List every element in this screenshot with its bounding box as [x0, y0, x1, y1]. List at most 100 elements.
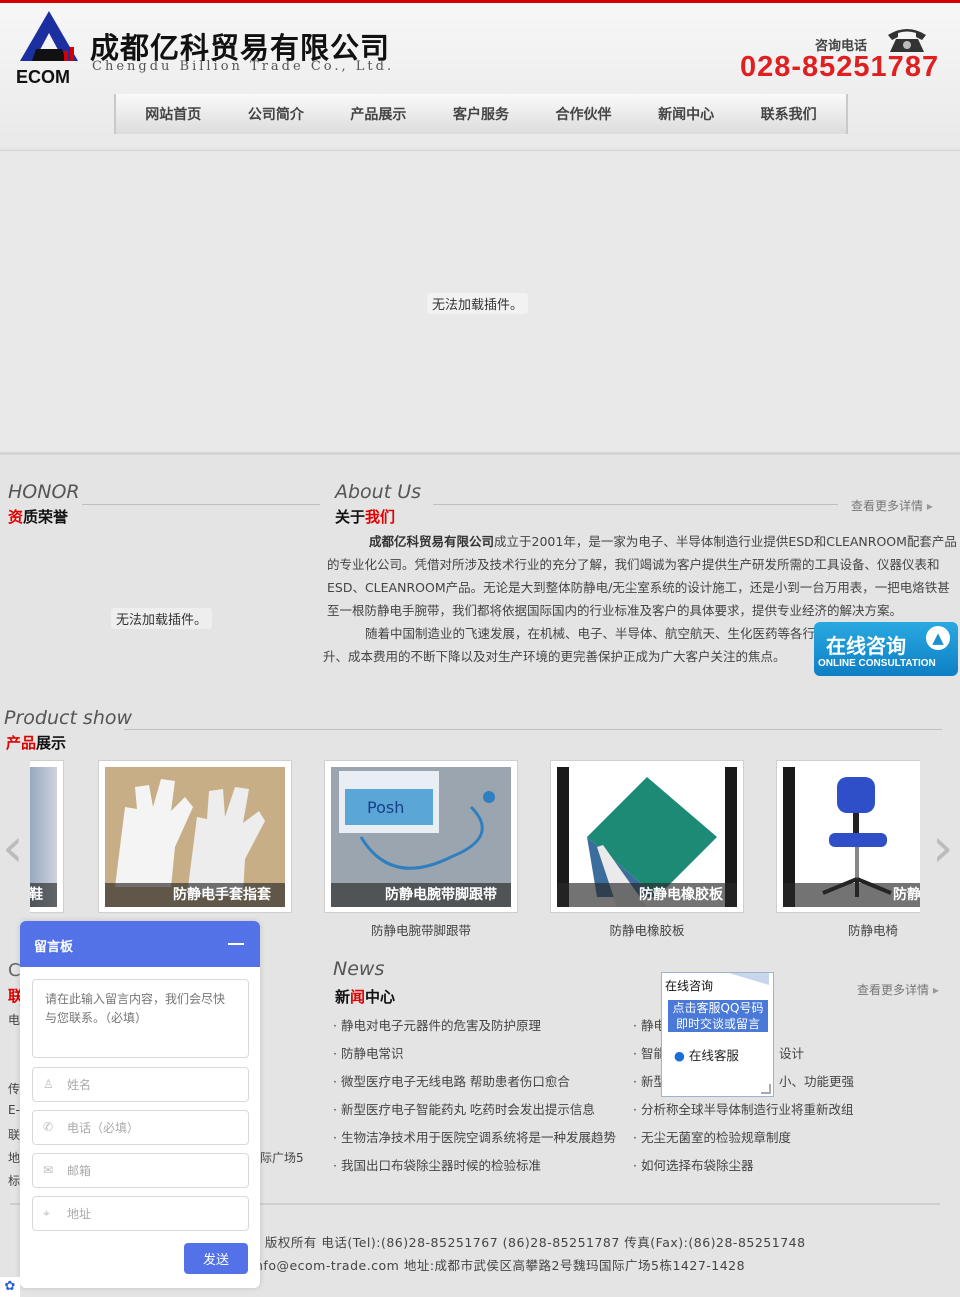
- news-list-left: · 静电对电子元器件的危害及防护原理 · 防静电常识 · 微型医疗电子无线电路 …: [333, 1012, 616, 1180]
- address-input[interactable]: [67, 1197, 242, 1230]
- about-more-link[interactable]: 查看更多详情 ▸: [851, 497, 933, 514]
- nav-home[interactable]: 网站首页: [145, 104, 201, 124]
- arrow-right-icon[interactable]: ›: [932, 820, 958, 876]
- nav-products[interactable]: 产品展示: [350, 104, 406, 124]
- location-icon: ⌖: [43, 1206, 50, 1220]
- footer-copyright: ) 版权所有 电话(Tel):(86)28-85251767 (86)28-85…: [255, 1235, 806, 1250]
- main-nav: 网站首页 公司简介 产品展示 客户服务 合作伙伴 新闻中心 联系我们: [114, 94, 848, 134]
- about-title-en: About Us: [335, 481, 422, 503]
- news-item-title: 我国出口布袋除尘器时候的检验标准: [340, 1158, 541, 1173]
- news-title-highlight: 闻: [350, 988, 366, 1006]
- product-name-wrist-strap[interactable]: 防静电腕带脚跟带: [324, 920, 518, 939]
- company-name-en: Chengdu Billion Trade Co., Ltd.: [92, 59, 395, 74]
- chevron-right-icon: ▸: [926, 499, 933, 513]
- qq-service-link[interactable]: ● 在线客服: [674, 1045, 739, 1064]
- product-name-rubber-mat[interactable]: 防静电橡胶板: [550, 920, 744, 939]
- contact-line-address: 地: [8, 1151, 21, 1165]
- message-board: 留言板 ♙ ✆ ✉ ⌖ 发送: [20, 921, 260, 1288]
- nav-contact[interactable]: 联系我们: [761, 104, 817, 124]
- phone-input[interactable]: [67, 1111, 242, 1144]
- nav-about[interactable]: 公司简介: [248, 104, 304, 124]
- qq-box-corner: [729, 973, 769, 985]
- banner-plugin-area: 无法加载插件。: [0, 150, 960, 455]
- news-item[interactable]: · 防静电常识: [333, 1040, 616, 1068]
- arrow-left-icon[interactable]: ‹: [2, 820, 28, 876]
- logo[interactable]: ECOM: [14, 9, 84, 89]
- consult-subtitle: ONLINE CONSULTATION: [818, 658, 936, 669]
- about-more-label: 查看更多详情: [851, 499, 924, 513]
- email-input[interactable]: [67, 1154, 242, 1187]
- honor-title-cn: 资质荣誉: [8, 506, 68, 527]
- contact-line-person: 联: [8, 1128, 21, 1142]
- address-field[interactable]: ⌖: [32, 1196, 249, 1231]
- site-header: ECOM 成都亿科贸易有限公司 Chengdu Billion Trade Co…: [0, 3, 960, 148]
- news-item-title: 无尘无菌室的检验规章制度: [640, 1130, 791, 1145]
- news-item[interactable]: · 我国出口布袋除尘器时候的检验标准: [333, 1152, 616, 1180]
- news-right-tail-1[interactable]: 设计: [779, 1040, 804, 1068]
- name-field[interactable]: ♙: [32, 1067, 249, 1102]
- chevron-right-icon: ▸: [932, 983, 939, 997]
- user-icon: ♙: [43, 1077, 54, 1091]
- product-caption: 防静电椅: [783, 883, 920, 907]
- name-input[interactable]: [67, 1068, 242, 1101]
- news-item[interactable]: · 无尘无菌室的检验规章制度: [633, 1124, 853, 1152]
- news-item[interactable]: · 生物洁净技术用于医院空调系统将是一种发展趋势: [333, 1124, 616, 1152]
- contact-line-email: E-: [8, 1103, 20, 1117]
- logo-triangle-icon: [20, 11, 78, 61]
- news-more-link[interactable]: 查看更多详情 ▸: [857, 981, 939, 998]
- news-item-title: 新型医疗电子智能药丸 吃药时会发出提示信息: [340, 1102, 595, 1117]
- news-item-title: 如何选择布袋除尘器: [640, 1158, 754, 1173]
- contact-line-tel: 电: [8, 1013, 21, 1027]
- minimize-icon[interactable]: [228, 943, 244, 945]
- resize-grip-icon[interactable]: [761, 1084, 771, 1094]
- honor-plugin-error: 无法加载插件。: [111, 608, 213, 629]
- product-caption: 防静电手套指套: [105, 883, 285, 907]
- products-divider: [124, 729, 942, 730]
- news-title-en: News: [333, 958, 385, 980]
- nav-partners[interactable]: 合作伙伴: [556, 104, 612, 124]
- consult-logo-icon: ▲: [926, 626, 950, 650]
- products-title-en: Product show: [4, 707, 133, 729]
- product-caption: 防静电腕带脚跟带: [331, 883, 511, 907]
- news-right-tail-2[interactable]: 小、功能更强: [779, 1068, 854, 1096]
- nav-service[interactable]: 客户服务: [453, 104, 509, 124]
- news-item[interactable]: · 分析称全球半导体制造行业将重新改组: [633, 1096, 853, 1124]
- plugin-error-message: 无法加载插件。: [427, 293, 529, 314]
- product-card-wrist-strap[interactable]: Posh 防静电腕带脚跟带: [324, 760, 518, 913]
- honor-title-rest: 质荣誉: [23, 508, 69, 526]
- contact-title-fragment: C: [8, 960, 21, 981]
- qq-button-line2: 即时交谈或留言: [675, 1017, 760, 1031]
- honor-divider: [82, 504, 320, 505]
- products-title-cn: 产品展示: [6, 732, 66, 753]
- email-field[interactable]: ✉: [32, 1153, 249, 1188]
- paw-icon[interactable]: ✿: [0, 1277, 20, 1297]
- news-item[interactable]: · 微型医疗电子无线电路 帮助患者伤口愈合: [333, 1068, 616, 1096]
- news-item[interactable]: · 如何选择布袋除尘器: [633, 1152, 853, 1180]
- qq-service-box: 在线咨询 点击客服QQ号码 即时交谈或留言 ● 在线客服: [661, 972, 774, 1097]
- news-item[interactable]: · 新型医疗电子智能药丸 吃药时会发出提示信息: [333, 1096, 616, 1124]
- product-card-rubber-mat[interactable]: 防静电橡胶板: [550, 760, 744, 913]
- message-content-input[interactable]: [32, 979, 249, 1058]
- online-consultation-badge[interactable]: 在线咨询 ONLINE CONSULTATION ▲: [814, 622, 958, 676]
- nav-news[interactable]: 新闻中心: [658, 104, 714, 124]
- phone-field[interactable]: ✆: [32, 1110, 249, 1145]
- hotline-number[interactable]: 028-85251787: [740, 51, 939, 84]
- phone-icon: [888, 29, 926, 52]
- news-item[interactable]: · 静电对电子元器件的危害及防护原理: [333, 1012, 616, 1040]
- honor-title-en: HONOR: [8, 481, 80, 503]
- news-item-title: 分析称全球半导体制造行业将重新改组: [640, 1102, 854, 1117]
- send-button[interactable]: 发送: [184, 1243, 248, 1274]
- product-card-gloves[interactable]: 防静电手套指套: [98, 760, 292, 913]
- consult-title: 在线咨询: [826, 634, 906, 658]
- message-board-header[interactable]: 留言板: [20, 921, 260, 967]
- product-card-shoes[interactable]: 防静电鞋: [30, 760, 64, 913]
- qq-contact-button[interactable]: 点击客服QQ号码 即时交谈或留言: [668, 1000, 768, 1032]
- news-item-title: 微型医疗电子无线电路 帮助患者伤口愈合: [340, 1074, 570, 1089]
- product-card-chair[interactable]: 防静电椅: [776, 760, 920, 913]
- footer-address: nfo@ecom-trade.com 地址:成都市武侯区高攀路2号魏玛国际广场5…: [255, 1258, 746, 1273]
- news-more-label: 查看更多详情: [857, 983, 930, 997]
- qq-icon: ●: [674, 1048, 685, 1063]
- product-carousel: 防静电鞋 防静电手套指套 Posh 防静电腕带脚跟带 防静电腕带脚跟带: [30, 760, 920, 940]
- product-name-chair[interactable]: 防静电椅: [776, 920, 920, 939]
- news-title-cn: 新闻中心: [335, 986, 395, 1007]
